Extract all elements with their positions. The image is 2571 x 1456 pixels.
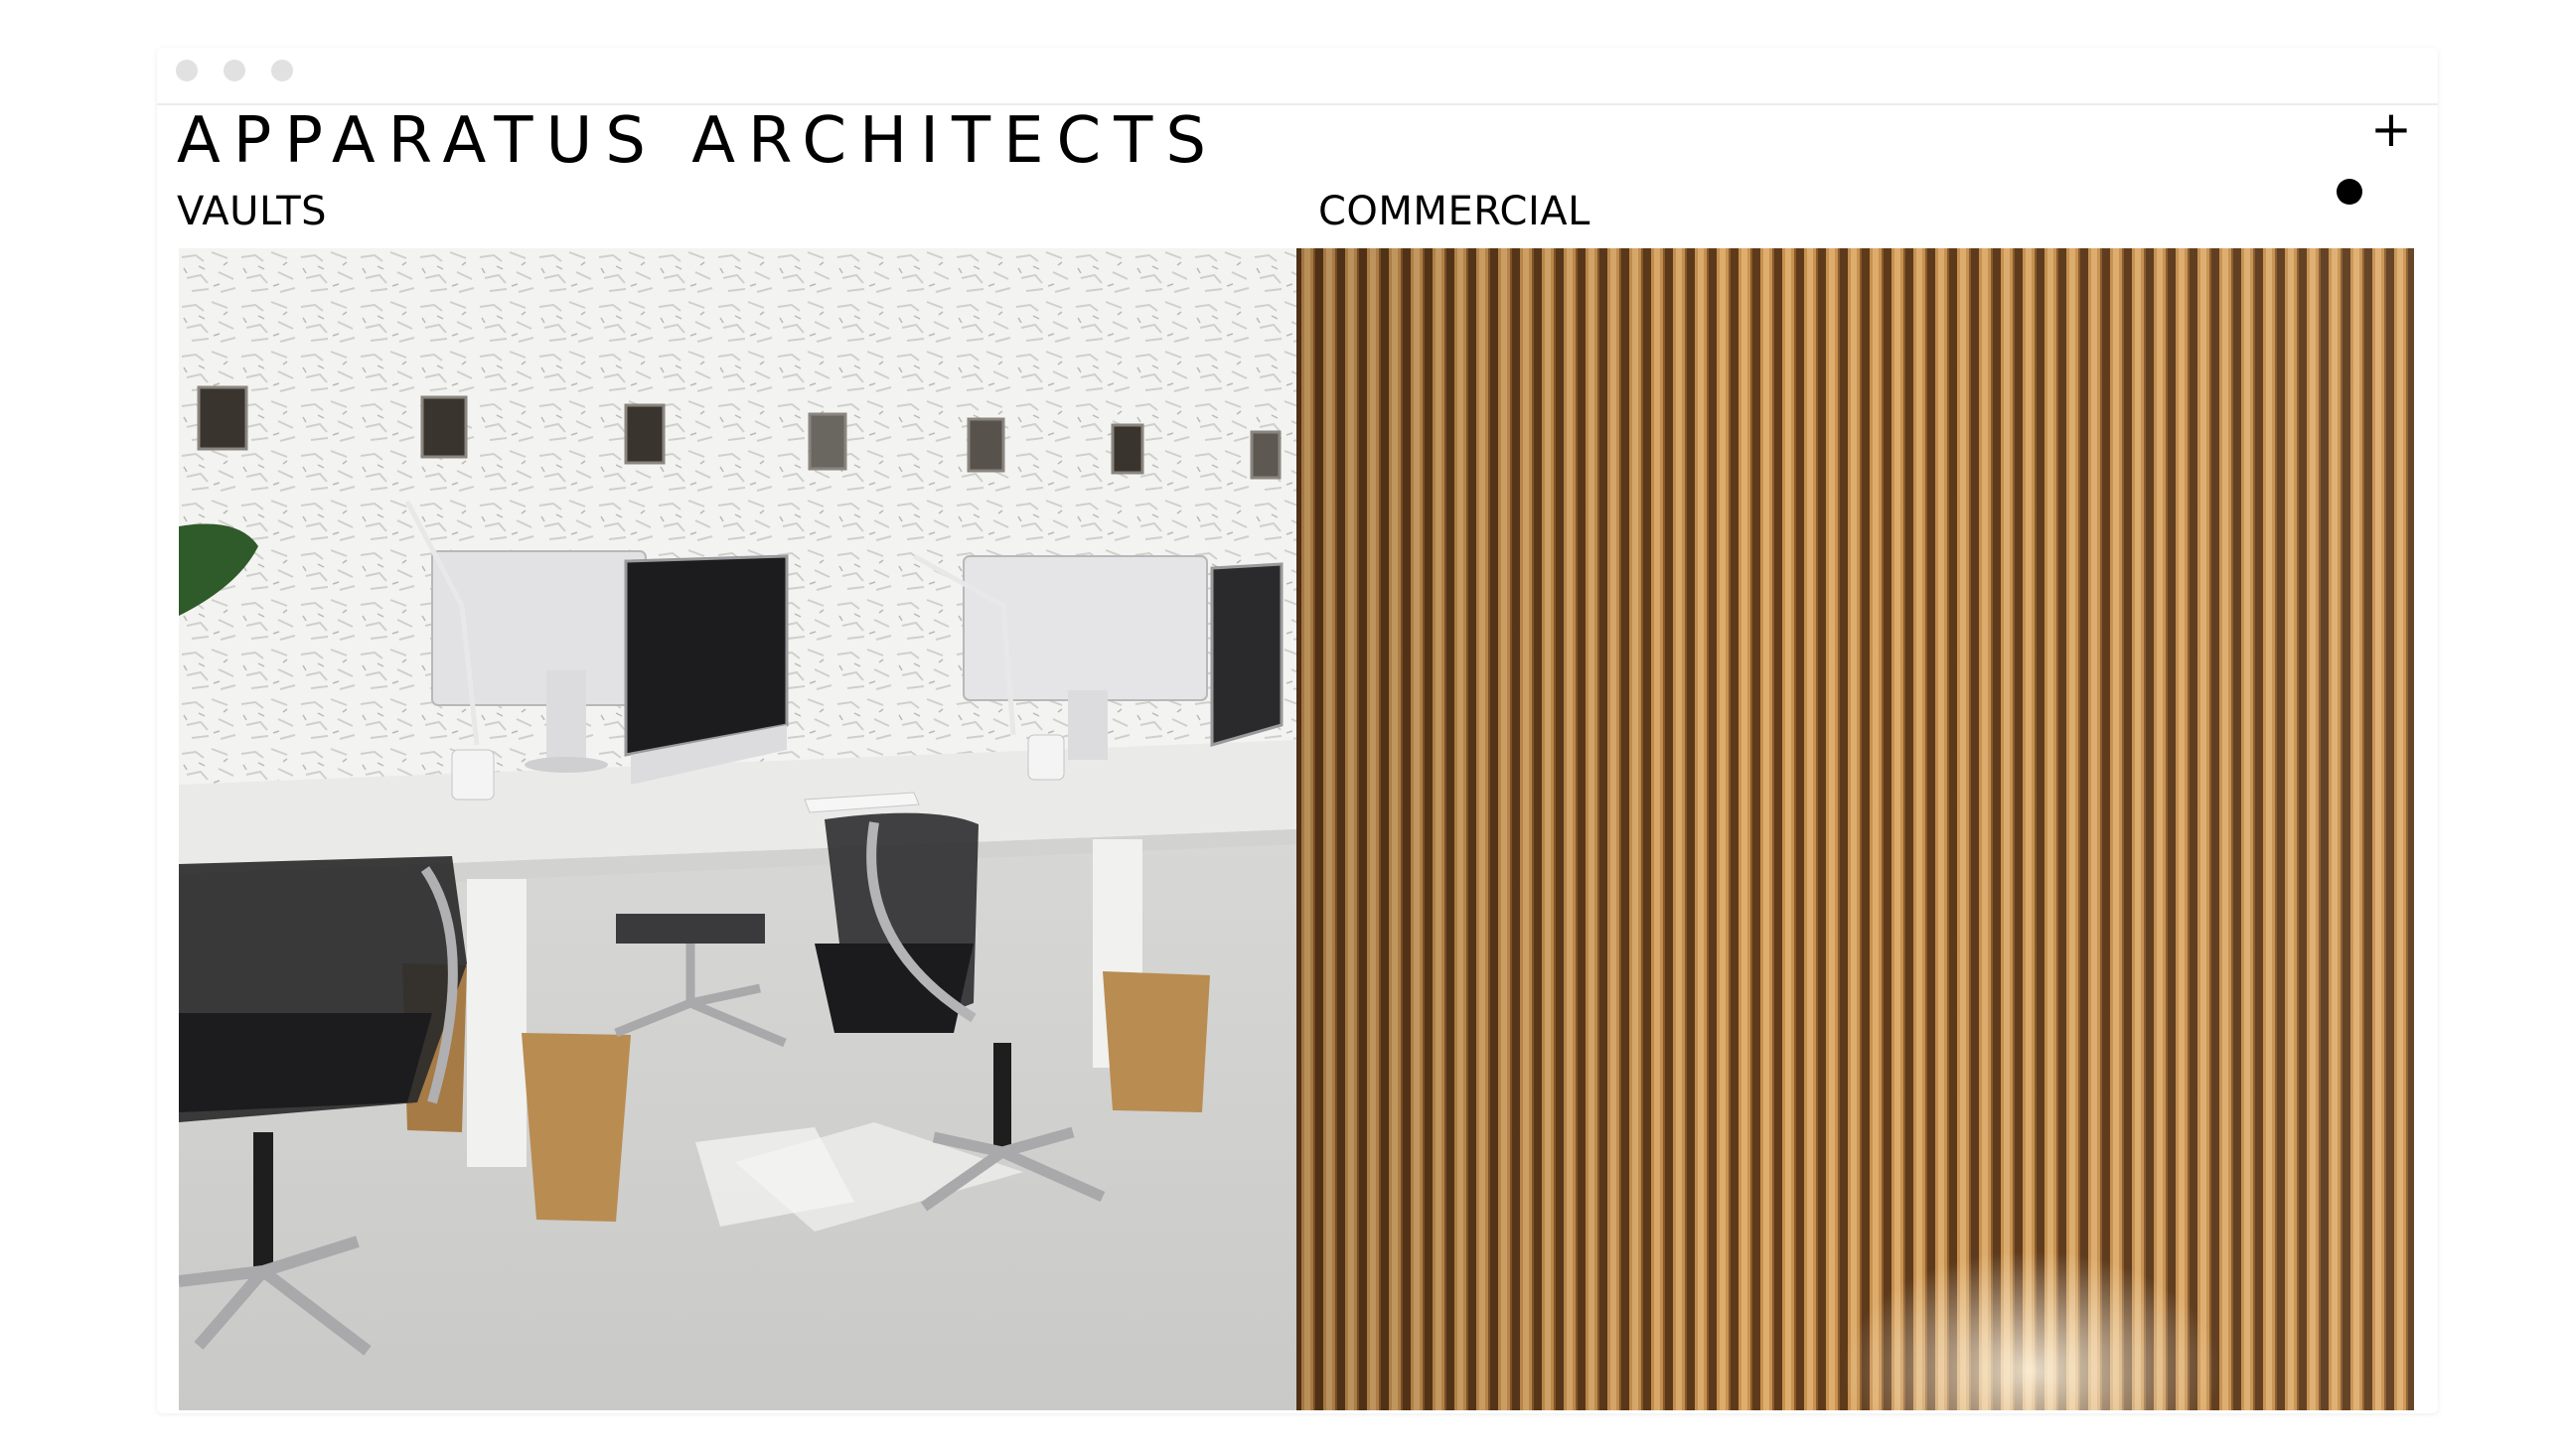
- project-label-commercial[interactable]: COMMERCIAL: [1318, 192, 1590, 231]
- wastebasket-1: [522, 1033, 631, 1222]
- minimize-dot[interactable]: [224, 60, 245, 81]
- project-image-vaults[interactable]: [179, 248, 1296, 1410]
- wooden-slat-photo: [1296, 248, 2414, 1410]
- cursor-dot: [2337, 179, 2362, 205]
- plus-icon[interactable]: +: [2370, 104, 2412, 154]
- desk-leg: [467, 879, 527, 1167]
- imac-4: [1210, 562, 1284, 747]
- project-label-vaults[interactable]: VAULTS: [177, 192, 327, 231]
- office-desks-photo: [179, 248, 1296, 1410]
- window-titlebar: [157, 48, 2438, 103]
- maximize-dot[interactable]: [271, 60, 293, 81]
- imac-2: [624, 554, 789, 785]
- site-brand[interactable]: APPARATUS ARCHITECTS: [177, 109, 1219, 173]
- browser-window: APPARATUS ARCHITECTS + VAULTS COMMERCIAL: [157, 48, 2438, 1413]
- project-image-commercial[interactable]: [1296, 248, 2414, 1410]
- wastebasket-2: [1103, 971, 1210, 1112]
- close-dot[interactable]: [176, 60, 198, 81]
